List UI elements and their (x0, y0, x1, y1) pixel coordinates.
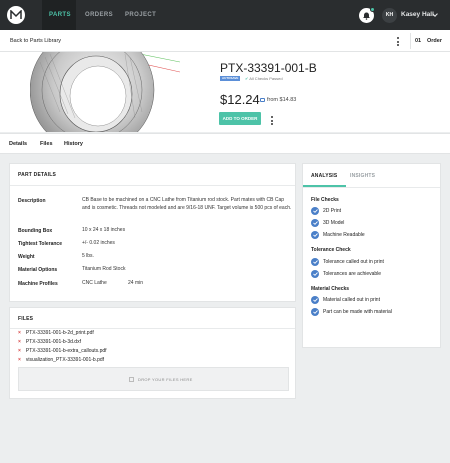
part-details-card: PART DETAILS Description CB Base to be m… (9, 163, 296, 302)
check-label: 2D Print (323, 208, 342, 214)
detail-value: CB Base to be machined on a CNC Lathe fr… (82, 197, 292, 211)
check-label: Material called out in print (323, 297, 380, 303)
file-name: visualization_PTX-33391-001-b.pdf (25, 357, 105, 363)
detail-label: Material Options (18, 267, 58, 273)
tab-details[interactable]: Details (9, 141, 27, 147)
nav-tab-orders[interactable]: ORDERS (78, 0, 120, 30)
check-circle-icon (311, 219, 319, 227)
detail-value: 10 x 24 x 18 inches (82, 227, 126, 233)
file-name: PTX-33391-001-b-extra_callouts.pdf (25, 348, 107, 354)
part-hero: PTX-33391-001-B AUTOSAVE ✔ All Checks Pa… (0, 52, 450, 132)
check-item: Tolerances are achievable (311, 270, 381, 278)
check-circle-icon (311, 258, 319, 266)
tab-history[interactable]: History (64, 141, 83, 147)
check-circle-icon (311, 296, 319, 304)
check-item: 2D Print (311, 207, 341, 215)
back-to-library-link[interactable]: Back to Parts Library (10, 38, 61, 44)
detail-label: Tightest Tolerance (18, 241, 62, 247)
add-to-order-button[interactable]: ADD TO ORDER (219, 112, 261, 125)
file-item[interactable]: × PTX-33391-001-b-3d.dxf (18, 339, 81, 345)
nav-tab-parts[interactable]: PARTS (42, 0, 76, 30)
upload-icon (129, 377, 134, 382)
detail-extra: 24 min (128, 280, 144, 286)
file-item[interactable]: × PTX-33391-001-b-2d_print.pdf (18, 330, 94, 336)
user-name[interactable]: Kasey Hall (401, 11, 434, 18)
tab-files[interactable]: Files (40, 141, 53, 147)
check-circle-icon (311, 231, 319, 239)
detail-value: CNC Lathe (82, 280, 107, 286)
check-item: Tolerance called out in print (311, 258, 384, 266)
detail-label: Bounding Box (18, 228, 53, 234)
part-details-title: PART DETAILS (18, 172, 57, 178)
section-title-file-checks: File Checks (311, 197, 339, 203)
check-icon: ✔ (245, 75, 249, 81)
check-circle-icon (311, 308, 319, 316)
remove-file-icon[interactable]: × (18, 357, 21, 363)
divider (410, 33, 411, 49)
checks-status: ✔ All Checks Passed (245, 76, 283, 81)
divider (10, 185, 295, 186)
section-title-material-checks: Material Checks (311, 286, 350, 292)
detail-label: Machine Profiles (18, 281, 58, 287)
detail-label: Description (18, 198, 46, 204)
part-price: $12.24 (220, 92, 260, 107)
top-nav: PARTS ORDERS PROJECT KH Kasey Hall (0, 0, 450, 30)
file-dropzone[interactable]: DROP YOUR FILES HERE (18, 367, 289, 391)
check-label: Machine Readable (323, 232, 365, 238)
remove-file-icon[interactable]: × (18, 348, 21, 354)
price-breaks-icon[interactable] (260, 98, 265, 102)
detail-value: +/- 0.02 inches (82, 240, 115, 246)
part-tabs: Details Files History (0, 133, 450, 154)
detail-value: Titanium Rod Stock (82, 266, 126, 272)
divider (303, 187, 440, 188)
part-title: PTX-33391-001-B (220, 61, 317, 75)
detail-value: 5 lbs. (82, 253, 94, 259)
check-item: Material called out in print (311, 296, 380, 304)
order-link[interactable]: Order (427, 38, 442, 44)
check-circle-icon (311, 207, 319, 215)
remove-file-icon[interactable]: × (18, 330, 21, 336)
file-item[interactable]: × PTX-33391-001-b-extra_callouts.pdf (18, 348, 107, 354)
part-3d-preview[interactable] (30, 52, 180, 132)
files-title: FILES (18, 316, 34, 322)
check-item: 3D Model (311, 219, 344, 227)
nav-tab-project[interactable]: PROJECT (118, 0, 163, 30)
analysis-card: ANALYSIS INSIGHTS File Checks 2D Print 3… (302, 163, 441, 348)
logo-icon[interactable] (7, 6, 25, 24)
detail-label: Weight (18, 254, 35, 260)
tab-analysis[interactable]: ANALYSIS (311, 173, 337, 179)
part-more-options-icon[interactable] (271, 116, 274, 127)
divider (10, 328, 295, 329)
more-options-icon[interactable] (397, 37, 400, 48)
check-label: 3D Model (323, 220, 345, 226)
checks-status-text: All Checks Passed (249, 75, 283, 81)
file-name: PTX-33391-001-b-3d.dxf (25, 339, 81, 345)
file-name: PTX-33391-001-b-2d_print.pdf (25, 330, 94, 336)
check-label: Tolerance called out in print (323, 259, 384, 265)
check-circle-icon (311, 270, 319, 278)
check-item: Part can be made with material (311, 308, 392, 316)
files-card: FILES × PTX-33391-001-b-2d_print.pdf × PTX… (9, 307, 296, 399)
order-count[interactable]: 01 (415, 38, 421, 44)
check-label: Tolerances are achievable (323, 271, 382, 277)
from-price[interactable]: from $14.83 (267, 97, 296, 103)
check-item: Machine Readable (311, 231, 365, 239)
avatar[interactable]: KH (382, 8, 397, 23)
section-title-tolerance-check: Tolerance Check (311, 247, 351, 253)
tab-insights[interactable]: INSIGHTS (350, 173, 375, 179)
file-item[interactable]: × visualization_PTX-33391-001-b.pdf (18, 357, 104, 363)
notification-dot (370, 7, 375, 12)
status-badge: AUTOSAVE (220, 76, 241, 81)
sub-header: Back to Parts Library 01 Order (0, 30, 450, 52)
dropzone-label: DROP YOUR FILES HERE (138, 377, 193, 382)
remove-file-icon[interactable]: × (18, 339, 21, 345)
check-label: Part can be made with material (323, 309, 392, 315)
notification-bell-icon[interactable] (359, 7, 375, 23)
